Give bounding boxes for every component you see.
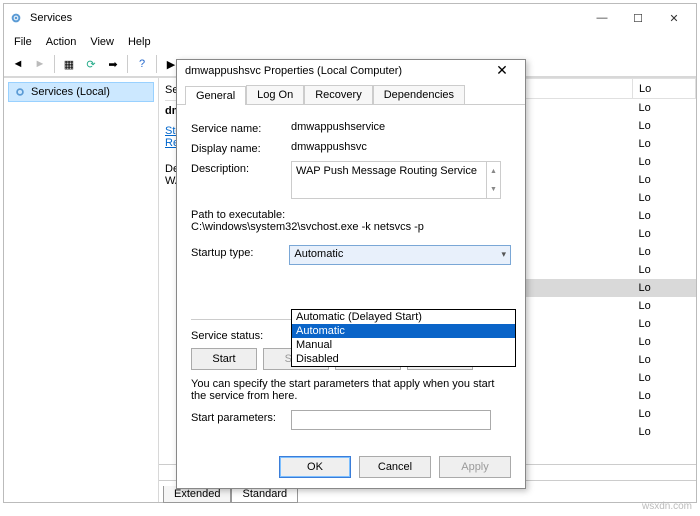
tree-item-services-local[interactable]: Services (Local) [8,82,154,102]
display-name-label: Display name: [191,141,291,155]
desc-down-icon[interactable]: ▼ [486,180,500,198]
path-value: C:\windows\system32\svchost.exe -k netsv… [191,221,511,233]
ok-button[interactable]: OK [279,456,351,478]
window-title: Services [30,12,584,24]
dialog-tabs: General Log On Recovery Dependencies [177,81,525,105]
opt-automatic[interactable]: Automatic [292,324,515,338]
properties-dialog: dmwappushsvc Properties (Local Computer)… [176,59,526,489]
description-label: Description: [191,161,291,175]
col-logon[interactable]: Lo [633,79,696,99]
apply-button: Apply [439,456,511,478]
service-name-label: Service name: [191,121,291,135]
services-icon [8,10,24,26]
startup-type-selected: Automatic [294,248,343,260]
export-icon[interactable]: ➡ [103,54,123,74]
desc-up-icon[interactable]: ▲ [486,162,500,180]
properties-icon[interactable]: ▦ [59,54,79,74]
opt-disabled[interactable]: Disabled [292,352,515,366]
tree-pane: Services (Local) [4,78,159,502]
startup-type-dropdown[interactable]: Automatic (Delayed Start) Automatic Manu… [291,309,516,367]
tree-item-label: Services (Local) [31,86,110,98]
dialog-close-icon[interactable]: ✕ [487,62,517,79]
menu-view[interactable]: View [84,34,120,50]
display-name-value: dmwappushsvc [291,141,511,153]
close-button[interactable]: ✕ [656,6,692,30]
dialog-title: dmwappushsvc Properties (Local Computer) [185,65,487,77]
tab-logon[interactable]: Log On [246,85,304,104]
start-params-input[interactable] [291,410,491,430]
chevron-down-icon: ▾ [501,249,506,260]
tab-general[interactable]: General [185,86,246,105]
menu-action[interactable]: Action [40,34,83,50]
minimize-button[interactable]: — [584,6,620,30]
refresh-icon[interactable]: ⟳ [81,54,101,74]
startup-type-label: Startup type: [191,245,289,259]
maximize-button[interactable]: ☐ [620,6,656,30]
help-icon[interactable]: ? [132,54,152,74]
service-status-label: Service status: [191,328,291,342]
menubar: File Action View Help [4,32,696,52]
service-name-value: dmwappushservice [291,121,511,133]
startup-type-combo[interactable]: Automatic ▾ [289,245,511,265]
back-icon[interactable]: ◄ [8,54,28,74]
menu-help[interactable]: Help [122,34,157,50]
path-label: Path to executable: [191,209,511,221]
tab-recovery[interactable]: Recovery [304,85,372,104]
gear-icon [13,85,27,99]
titlebar: Services — ☐ ✕ [4,4,696,32]
opt-manual[interactable]: Manual [292,338,515,352]
dialog-titlebar: dmwappushsvc Properties (Local Computer)… [177,60,525,81]
forward-icon[interactable]: ► [30,54,50,74]
cancel-button[interactable]: Cancel [359,456,431,478]
tab-dependencies[interactable]: Dependencies [373,85,465,104]
start-button[interactable]: Start [191,348,257,370]
description-text: WAP Push Message Routing Service [296,165,477,177]
description-box: WAP Push Message Routing Service ▲▼ [291,161,501,199]
watermark: wsxdn.com [642,501,692,512]
start-params-label: Start parameters: [191,410,291,424]
opt-auto-delayed[interactable]: Automatic (Delayed Start) [292,310,515,324]
menu-file[interactable]: File [8,34,38,50]
params-help-text: You can specify the start parameters tha… [191,378,511,402]
